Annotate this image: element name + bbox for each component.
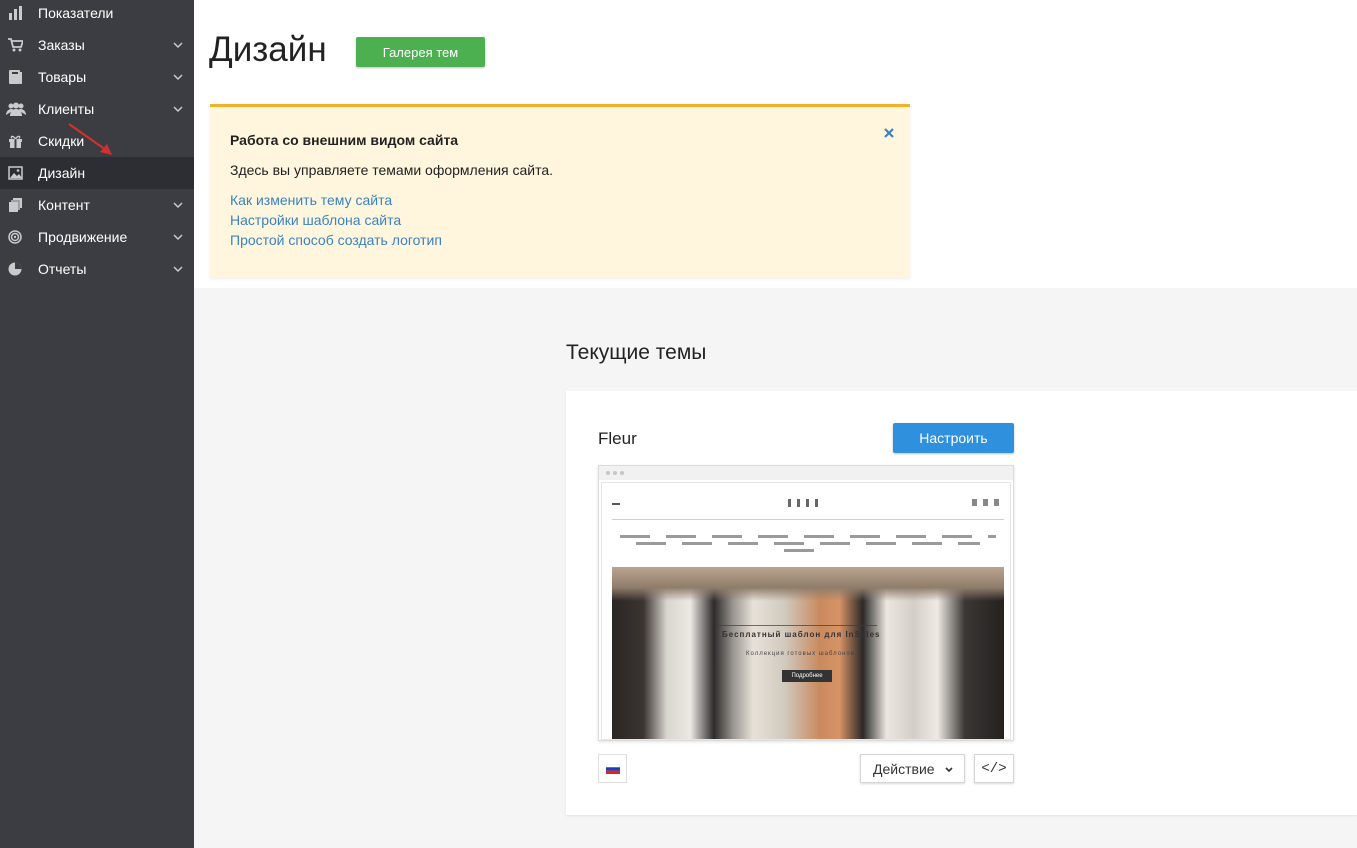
chevron-down-icon bbox=[173, 42, 183, 49]
action-dropdown[interactable]: Действие bbox=[860, 754, 965, 783]
preview-menu-row bbox=[784, 549, 830, 552]
target-icon bbox=[8, 230, 22, 244]
configure-button[interactable]: Настроить bbox=[893, 423, 1014, 453]
cart-icon bbox=[8, 38, 23, 52]
preview-hero-image: Бесплатный шаблон для InSales Коллекция … bbox=[612, 567, 1004, 739]
preview-logo bbox=[788, 499, 824, 507]
sidebar-item-label: Показатели bbox=[38, 5, 114, 21]
pages-icon bbox=[9, 198, 22, 212]
preview-site: Бесплатный шаблон для InSales Коллекция … bbox=[601, 482, 1011, 740]
preview-menu-row bbox=[636, 542, 980, 545]
theme-preview[interactable]: Бесплатный шаблон для InSales Коллекция … bbox=[598, 465, 1014, 741]
preview-hero-subtitle: Коллекция готовых шаблонов bbox=[746, 651, 855, 657]
page-title: Дизайн bbox=[209, 30, 327, 69]
theme-gallery-button[interactable]: Галерея тем bbox=[356, 37, 485, 67]
browser-dot-icon bbox=[613, 471, 617, 475]
sidebar-item-design[interactable]: Дизайн bbox=[0, 157, 194, 189]
sidebar-item-label: Продвижение bbox=[38, 229, 128, 245]
annotation-arrow-icon bbox=[68, 123, 112, 155]
chevron-down-icon bbox=[173, 74, 183, 81]
chevron-down-icon bbox=[173, 266, 183, 273]
theme-name: Fleur bbox=[598, 429, 637, 448]
sidebar: Показатели Заказы Товары Клиенты Скидки … bbox=[0, 0, 194, 848]
browser-dot-icon bbox=[606, 471, 610, 475]
sidebar-item-products[interactable]: Товары bbox=[0, 61, 194, 93]
chevron-down-icon bbox=[173, 106, 183, 113]
sidebar-item-label: Отчеты bbox=[38, 261, 87, 277]
preview-menu-row bbox=[620, 535, 996, 538]
preview-hero-button: Подробнее bbox=[782, 670, 832, 682]
notice-text: Здесь вы управляете темами оформления са… bbox=[230, 162, 554, 178]
template-settings-link[interactable]: Настройки шаблона сайта bbox=[230, 212, 401, 228]
gift-icon bbox=[9, 135, 22, 148]
preview-hero-title: Бесплатный шаблон для InSales bbox=[722, 630, 881, 639]
chevron-down-icon bbox=[173, 202, 183, 209]
sidebar-item-content[interactable]: Контент bbox=[0, 189, 194, 221]
browser-bar bbox=[599, 466, 1013, 480]
sidebar-item-dashboard[interactable]: Показатели bbox=[0, 0, 194, 29]
sidebar-item-label: Товары bbox=[38, 69, 87, 85]
browser-dot-icon bbox=[620, 471, 624, 475]
change-theme-link[interactable]: Как изменить тему сайта bbox=[230, 192, 392, 208]
action-dropdown-label: Действие bbox=[873, 761, 935, 777]
code-editor-button[interactable]: </> bbox=[974, 754, 1014, 783]
notice-title: Работа со внешним видом сайта bbox=[230, 132, 459, 148]
close-icon[interactable] bbox=[882, 126, 896, 140]
theme-card: Fleur Настроить Бесплатный шаблон для In… bbox=[566, 391, 1357, 815]
sidebar-item-label: Клиенты bbox=[38, 101, 95, 117]
chevron-down-icon bbox=[945, 767, 953, 773]
sidebar-item-orders[interactable]: Заказы bbox=[0, 29, 194, 61]
ru-flag-icon bbox=[606, 764, 620, 774]
language-button[interactable] bbox=[598, 754, 627, 783]
current-themes-title: Текущие темы bbox=[566, 341, 707, 364]
preview-menu-icon bbox=[612, 503, 620, 505]
sidebar-item-promotion[interactable]: Продвижение bbox=[0, 221, 194, 253]
image-icon bbox=[8, 166, 23, 180]
pie-chart-icon bbox=[8, 262, 22, 276]
sidebar-item-label: Заказы bbox=[38, 37, 85, 53]
preview-divider bbox=[612, 519, 1004, 520]
sidebar-item-label: Контент bbox=[38, 197, 90, 213]
book-icon bbox=[9, 70, 22, 84]
sidebar-item-reports[interactable]: Отчеты bbox=[0, 253, 194, 285]
bar-chart-icon bbox=[9, 6, 22, 20]
chevron-down-icon bbox=[173, 234, 183, 241]
preview-header-icons bbox=[972, 499, 1002, 506]
info-notice: Работа со внешним видом сайта Здесь вы у… bbox=[210, 104, 910, 278]
sidebar-item-label: Дизайн bbox=[38, 165, 86, 181]
create-logo-link[interactable]: Простой способ создать логотип bbox=[230, 232, 442, 248]
users-icon bbox=[6, 102, 26, 116]
